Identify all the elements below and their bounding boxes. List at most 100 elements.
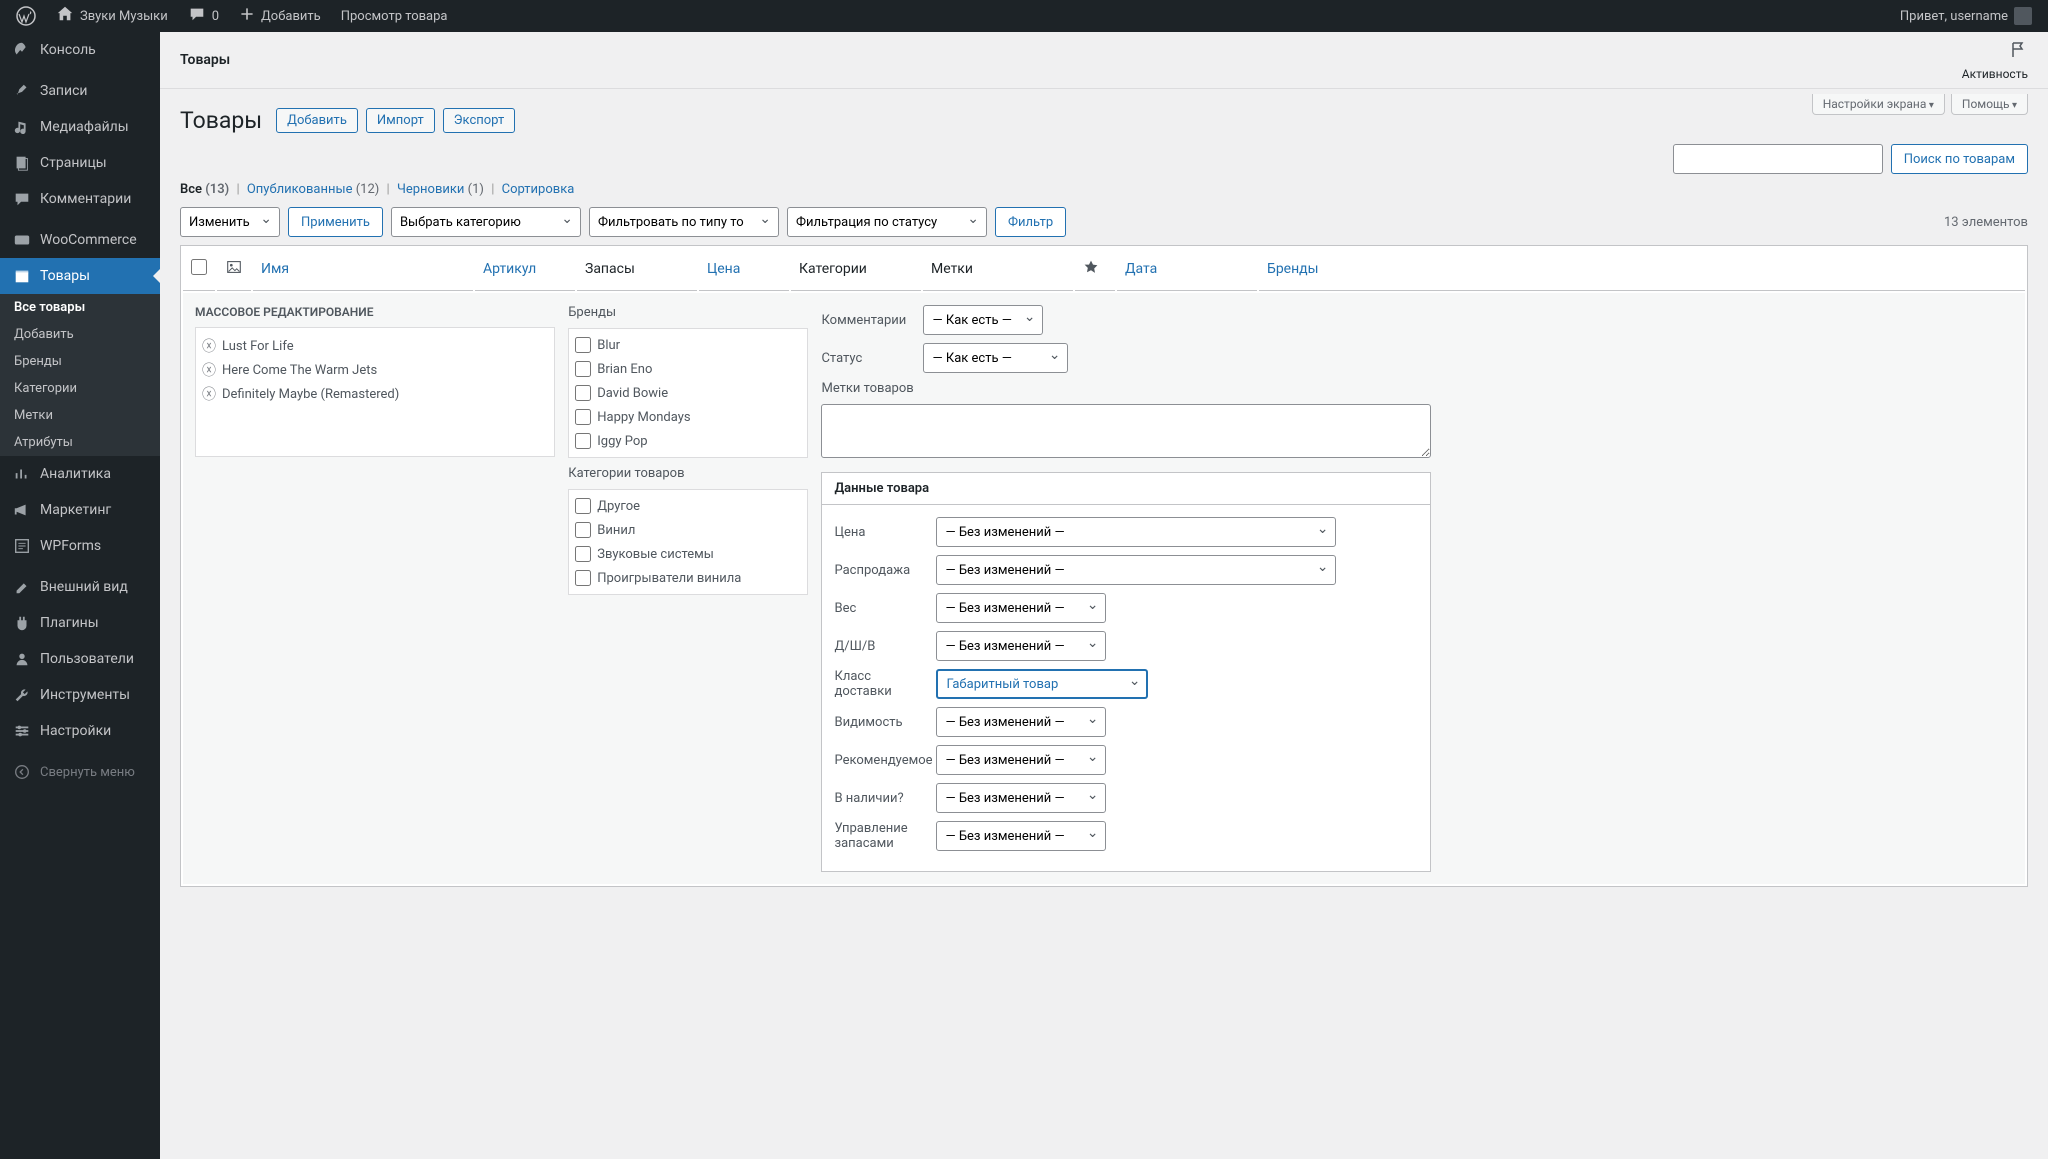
sidebar-item-settings[interactable]: Настройки	[0, 713, 160, 749]
tags-label: Метки товаров	[821, 381, 1431, 396]
sidebar-item-analytics[interactable]: Аналитика	[0, 456, 160, 492]
submenu-add-product[interactable]: Добавить	[0, 321, 160, 348]
user-avatar-icon	[2014, 7, 2032, 25]
category-checkbox[interactable]	[575, 522, 591, 538]
sidebar-item-woocommerce[interactable]: WooCommerce	[0, 222, 160, 258]
submenu-attributes[interactable]: Атрибуты	[0, 429, 160, 456]
wp-logo-link[interactable]	[8, 0, 44, 32]
in-stock-select[interactable]: — Без изменений —	[936, 783, 1106, 813]
brand-option[interactable]: David Bowie	[575, 381, 801, 405]
filter-type-select[interactable]: Фильтровать по типу то	[589, 207, 779, 237]
submenu-tags[interactable]: Метки	[0, 402, 160, 429]
visibility-select[interactable]: — Без изменений —	[936, 707, 1106, 737]
status-select[interactable]: — Как есть —	[923, 343, 1068, 373]
brand-option[interactable]: Happy Mondays	[575, 405, 801, 429]
filter-button[interactable]: Фильтр	[995, 207, 1066, 237]
settings-icon	[12, 721, 32, 741]
weight-select[interactable]: — Без изменений —	[936, 593, 1106, 623]
sidebar-item-tools[interactable]: Инструменты	[0, 677, 160, 713]
price-select[interactable]: — Без изменений —	[936, 517, 1336, 547]
category-checkbox[interactable]	[575, 498, 591, 514]
sidebar-item-comments[interactable]: Комментарии	[0, 181, 160, 217]
price-column-header[interactable]: Цена	[699, 248, 789, 291]
add-product-button[interactable]: Добавить	[276, 108, 358, 133]
manage-stock-label: Управление запасами	[834, 821, 930, 851]
main-content: Товары Активность Настройки экрана Помощ…	[160, 32, 2048, 1159]
site-name-link[interactable]: Звуки Музыки	[48, 0, 176, 32]
manage-stock-select[interactable]: — Без изменений —	[936, 821, 1106, 851]
category-option[interactable]: Другое	[575, 494, 801, 518]
view-all[interactable]: Все (13)	[180, 182, 232, 197]
submenu-categories[interactable]: Категории	[0, 375, 160, 402]
product-tags-textarea[interactable]	[821, 404, 1431, 458]
activity-flag-icon	[2008, 40, 2028, 65]
sidebar-item-dashboard[interactable]: Консоль	[0, 32, 160, 68]
brand-option[interactable]: Brian Eno	[575, 357, 801, 381]
woocommerce-header: Товары Активность	[160, 32, 2048, 89]
comments-select[interactable]: — Как есть —	[923, 305, 1043, 335]
search-input[interactable]	[1673, 144, 1883, 174]
submenu-brands[interactable]: Бренды	[0, 348, 160, 375]
view-product-link[interactable]: Просмотр товара	[333, 0, 456, 32]
sidebar-item-marketing[interactable]: Маркетинг	[0, 492, 160, 528]
brand-checkbox[interactable]	[575, 433, 591, 449]
remove-item-icon[interactable]: ⓧ	[202, 336, 216, 356]
sale-label: Распродажа	[834, 563, 930, 578]
screen-options-toggle[interactable]: Настройки экрана	[1812, 94, 1945, 115]
submenu-all-products[interactable]: Все товары	[0, 294, 160, 321]
sidebar-submenu-products: Все товары Добавить Бренды Категории Мет…	[0, 294, 160, 456]
categories-checklist: Другое Винил Звуковые системы Проигрыват…	[568, 489, 808, 595]
remove-item-icon[interactable]: ⓧ	[202, 360, 216, 380]
pin-icon	[12, 81, 32, 101]
admin-toolbar-right: Привет, username	[1892, 0, 2040, 32]
shipping-class-select[interactable]: Габаритный товар	[936, 669, 1148, 699]
brands-column-header[interactable]: Бренды	[1259, 248, 2025, 291]
view-published[interactable]: Опубликованные (12)	[247, 182, 383, 197]
view-sorting[interactable]: Сортировка	[502, 182, 575, 197]
name-column-header[interactable]: Имя	[253, 248, 473, 291]
import-button[interactable]: Импорт	[366, 108, 435, 133]
wc-header-activity[interactable]: Активность	[1962, 32, 2028, 81]
view-drafts[interactable]: Черновики (1)	[397, 182, 487, 197]
featured-select[interactable]: — Без изменений —	[936, 745, 1106, 775]
sale-select[interactable]: — Без изменений —	[936, 555, 1336, 585]
filter-status-select[interactable]: Фильтрация по статусу	[787, 207, 987, 237]
category-option[interactable]: Проигрыватели винила	[575, 566, 801, 590]
brand-checkbox[interactable]	[575, 409, 591, 425]
comments-link[interactable]: 0	[180, 0, 227, 32]
brand-checkbox[interactable]	[575, 361, 591, 377]
category-checkbox[interactable]	[575, 570, 591, 586]
date-column-header[interactable]: Дата	[1117, 248, 1257, 291]
select-all-checkbox[interactable]	[191, 259, 207, 275]
apply-bulk-action-button[interactable]: Применить	[288, 207, 383, 237]
add-new-link[interactable]: Добавить	[231, 0, 329, 32]
sidebar-item-products[interactable]: Товары	[0, 258, 160, 294]
bulk-action-select[interactable]: Изменить	[180, 207, 280, 237]
sku-column-header[interactable]: Артикул	[475, 248, 575, 291]
remove-item-icon[interactable]: ⓧ	[202, 384, 216, 404]
export-button[interactable]: Экспорт	[443, 108, 515, 133]
brand-checkbox[interactable]	[575, 337, 591, 353]
sidebar-item-wpforms[interactable]: WPForms	[0, 528, 160, 564]
brand-checkbox[interactable]	[575, 385, 591, 401]
items-count: 13 элементов	[1944, 215, 2028, 230]
dimensions-select[interactable]: — Без изменений —	[936, 631, 1106, 661]
sidebar-item-media[interactable]: Медиафайлы	[0, 109, 160, 145]
filter-category-select[interactable]: Выбрать категорию	[391, 207, 581, 237]
sidebar-item-plugins[interactable]: Плагины	[0, 605, 160, 641]
brand-option[interactable]: Iggy Pop	[575, 429, 801, 453]
sidebar-collapse[interactable]: Свернуть меню	[0, 754, 160, 790]
howdy-link[interactable]: Привет, username	[1892, 0, 2040, 32]
sidebar-item-posts[interactable]: Записи	[0, 73, 160, 109]
category-checkbox[interactable]	[575, 546, 591, 562]
sidebar-item-users[interactable]: Пользователи	[0, 641, 160, 677]
sidebar-item-appearance[interactable]: Внешний вид	[0, 569, 160, 605]
contextual-help-toggle[interactable]: Помощь	[1951, 94, 2028, 115]
sidebar-label: Комментарии	[40, 191, 131, 207]
search-products-button[interactable]: Поиск по товарам	[1891, 144, 2028, 174]
category-option[interactable]: Звуковые системы	[575, 542, 801, 566]
plus-icon	[239, 6, 255, 26]
brand-option[interactable]: Blur	[575, 333, 801, 357]
sidebar-item-pages[interactable]: Страницы	[0, 145, 160, 181]
category-option[interactable]: Винил	[575, 518, 801, 542]
